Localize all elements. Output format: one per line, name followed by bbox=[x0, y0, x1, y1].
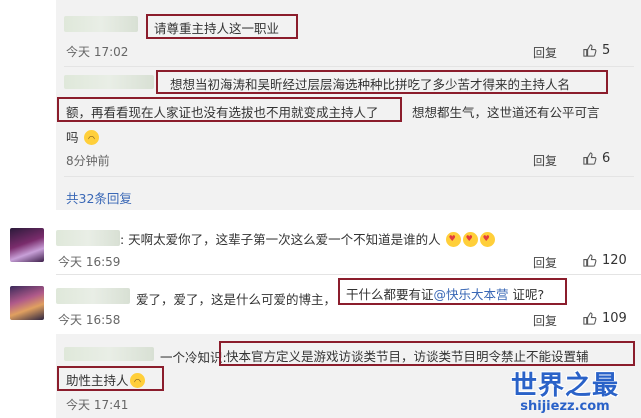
comment-text: 助性主持人 bbox=[66, 370, 146, 389]
username-blurred[interactable] bbox=[56, 288, 130, 304]
comment-text-body: : 天啊太爱你了，这辈子第一次这么爱一个不知道是谁的人 bbox=[120, 232, 441, 247]
watermark-url: shijiezz.com bbox=[520, 399, 610, 414]
thumbs-up-icon bbox=[583, 44, 597, 57]
divider bbox=[64, 176, 634, 177]
avatar[interactable] bbox=[10, 228, 44, 262]
heart-eyes-emoji-icon bbox=[462, 232, 478, 247]
username-blurred[interactable] bbox=[64, 347, 154, 361]
comment-time: 今天 17:41 bbox=[66, 398, 129, 412]
thumbs-up-icon bbox=[583, 254, 597, 267]
reply-button[interactable]: 回复 bbox=[533, 312, 557, 329]
comment-text: 想想都生气，这世道还有公平可言 bbox=[412, 105, 600, 120]
reply-button[interactable]: 回复 bbox=[533, 152, 557, 169]
comment-text: 想想当初海涛和吴昕经过层层海选种种比拼吃了多少苦才得来的主持人名 bbox=[170, 77, 571, 92]
comment-text: 额，再看看现在人家证也没有选拔也不用就变成主持人了 bbox=[66, 105, 379, 120]
comment-time: 今天 16:58 bbox=[58, 313, 121, 327]
heart-eyes-emoji-icon bbox=[479, 232, 495, 247]
comment-text-end: 助性主持人 bbox=[66, 373, 129, 388]
comment-text: 干什么都要有证@快乐大本营 证呢? bbox=[346, 284, 544, 303]
watermark-title: 世界之最 bbox=[510, 371, 619, 401]
like-button[interactable]: 109 bbox=[582, 311, 627, 326]
crying-emoji-icon bbox=[129, 373, 145, 388]
divider bbox=[56, 274, 641, 275]
comment-text: : 天啊太爱你了，这辈子第一次这么爱一个不知道是谁的人 bbox=[120, 229, 496, 248]
comment-time: 今天 16:59 bbox=[58, 255, 121, 269]
username-blurred[interactable] bbox=[56, 230, 120, 246]
sad-emoji-icon bbox=[83, 130, 99, 145]
thumbs-up-icon bbox=[583, 312, 597, 325]
like-button[interactable]: 6 bbox=[582, 151, 610, 166]
comment-prefix: 一个冷知识: bbox=[160, 350, 227, 365]
watermark-logo: 世界之最 shijiezz.com bbox=[494, 372, 636, 416]
comment-text-end: 吗 bbox=[66, 130, 79, 145]
more-replies-link[interactable]: 共32条回复 bbox=[66, 188, 132, 207]
comment-text-highlight: 干什么都要有证 bbox=[346, 287, 434, 302]
reply-button[interactable]: 回复 bbox=[533, 254, 557, 271]
like-count: 5 bbox=[602, 43, 611, 58]
username-blurred[interactable] bbox=[64, 75, 154, 89]
comment-text: 爱了，爱了，这是什么可爱的博主， bbox=[136, 292, 337, 307]
divider bbox=[64, 66, 634, 67]
reply-button[interactable]: 回复 bbox=[533, 44, 557, 61]
comment-text: 请尊重主持人这一职业 bbox=[154, 21, 280, 36]
like-count: 109 bbox=[602, 311, 627, 326]
avatar[interactable] bbox=[10, 286, 44, 320]
like-button[interactable]: 5 bbox=[582, 43, 610, 58]
username-blurred[interactable] bbox=[64, 16, 138, 32]
comment-text-end: 证呢? bbox=[508, 287, 545, 302]
comment-time: 8分钟前 bbox=[66, 154, 110, 168]
thumbs-up-icon bbox=[583, 152, 597, 165]
like-count: 120 bbox=[602, 253, 627, 268]
comment-text: 吗 bbox=[66, 127, 100, 146]
comment-time: 今天 17:02 bbox=[66, 45, 129, 59]
heart-eyes-emoji-icon bbox=[445, 232, 461, 247]
comment-text: 快本官方定义是游戏访谈类节目，访谈类节目明令禁止不能设置辅 bbox=[226, 349, 589, 364]
like-button[interactable]: 120 bbox=[582, 253, 627, 268]
like-count: 6 bbox=[602, 151, 611, 166]
mention-link[interactable]: @快乐大本营 bbox=[434, 287, 509, 302]
